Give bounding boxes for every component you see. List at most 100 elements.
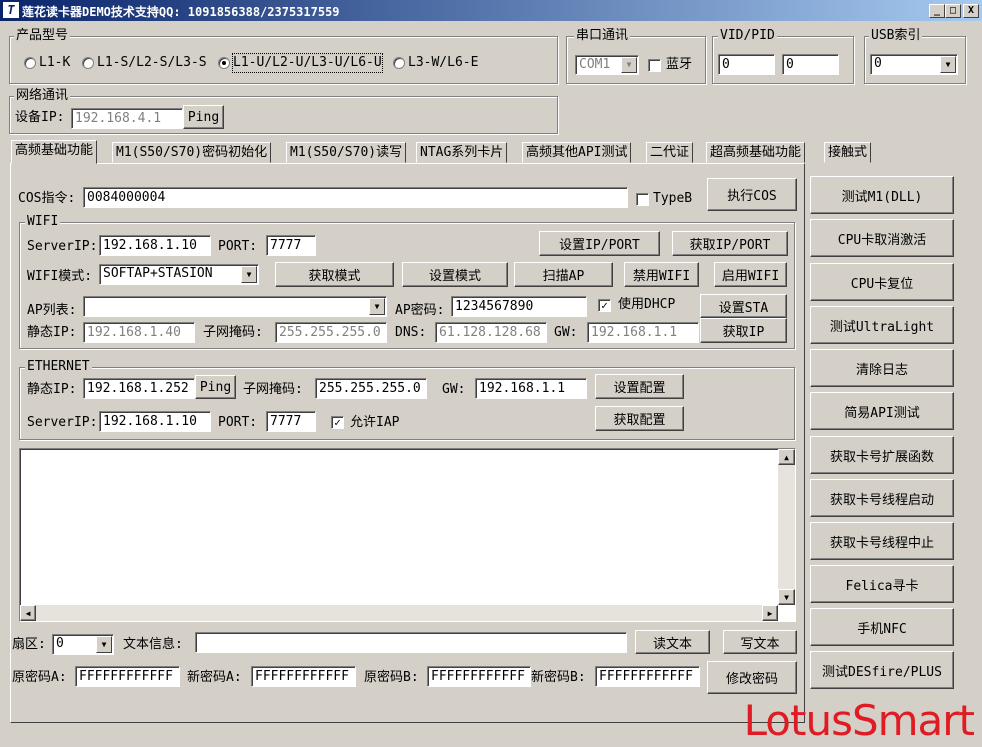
sector-label: 扇区: [12,637,46,652]
tab-m1-read-write[interactable]: M1(S50/S70)读写 [286,142,407,163]
scroll-left-icon[interactable]: ◀ [20,605,36,621]
get-card-ext-button[interactable]: 获取卡号扩展函数 [810,436,954,474]
change-password-button[interactable]: 修改密码 [707,661,797,694]
eth-static-ip-input[interactable]: 192.168.1.252 [83,378,195,399]
get-ip-port-button[interactable]: 获取IP/PORT [672,231,788,256]
eth-gw-input[interactable]: 192.168.1.1 [475,378,587,399]
wifi-server-ip-input[interactable]: 192.168.1.10 [99,235,211,256]
felica-search-button[interactable]: Felica寻卡 [810,565,954,603]
vertical-scrollbar[interactable] [778,449,795,605]
cpu-deactivate-button[interactable]: CPU卡取消激活 [810,219,954,257]
card-thread-start-button[interactable]: 获取卡号线程启动 [810,479,954,517]
eth-ping-button[interactable]: Ping [195,375,236,399]
get-ip-button[interactable]: 获取IP [700,318,787,343]
radio-indicator [24,57,36,69]
minimize-button[interactable]: _ [929,4,945,18]
phone-nfc-button[interactable]: 手机NFC [810,608,954,646]
clear-log-button[interactable]: 清除日志 [810,349,954,387]
eth-server-ip-label: ServerIP: [27,415,98,430]
maximize-button[interactable]: □ [945,4,961,18]
wifi-mode-select[interactable]: SOFTAP+STASION ▼ [99,264,259,285]
com-port-select[interactable]: COM1 ▼ [575,55,639,75]
set-ip-port-button[interactable]: 设置IP/PORT [539,231,660,256]
new-pwd-b-input[interactable]: FFFFFFFFFFFF [595,666,700,687]
eth-mask-label: 子网掩码: [243,382,303,397]
chevron-down-icon[interactable]: ▼ [621,57,637,73]
set-mode-button[interactable]: 设置模式 [402,262,508,287]
pid-input[interactable]: 0 [782,54,839,75]
test-m1-dll-button[interactable]: 测试M1(DLL) [810,176,954,214]
bluetooth-checkbox[interactable] [648,59,661,72]
dns-input[interactable]: 61.128.128.68 [435,322,547,343]
chevron-down-icon[interactable]: ▼ [940,56,956,73]
wifi-static-ip-input[interactable]: 192.168.1.40 [83,322,195,343]
device-ip-input[interactable]: 192.168.4.1 [71,108,183,129]
set-sta-button[interactable]: 设置STA [700,294,787,318]
tab-m1-password-init[interactable]: M1(S50/S70)密码初始化 [112,142,272,163]
eth-port-input[interactable]: 7777 [266,411,316,432]
product-radio-4[interactable]: L3-W/L6-E [393,54,478,72]
card-thread-stop-button[interactable]: 获取卡号线程中止 [810,522,954,560]
tab-uhf-basic[interactable]: 超高频基础功能 [706,142,806,163]
chevron-down-icon[interactable]: ▼ [369,298,385,315]
radio-indicator-selected [218,57,230,69]
new-pwd-a-input[interactable]: FFFFFFFFFFFF [251,666,356,687]
product-radio-2[interactable]: L1-S/L2-S/L3-S [82,54,207,72]
typeb-checkbox[interactable] [636,193,649,206]
scroll-up-icon[interactable]: ▲ [778,449,795,465]
set-config-button[interactable]: 设置配置 [595,374,684,399]
product-radio-3[interactable]: L1-U/L2-U/L3-U/L6-U [218,53,383,73]
log-textarea[interactable] [19,448,796,622]
ap-list-select[interactable]: ▼ [83,296,387,317]
product-radio-1[interactable]: L1-K [24,54,70,72]
window-title: 莲花读卡器DEMO技术支持QQ: 1091856388/2375317559 [22,5,340,19]
bluetooth-label: 蓝牙 [666,57,693,72]
wifi-port-input[interactable]: 7777 [266,235,316,256]
tab-id-card[interactable]: 二代证 [646,142,694,163]
test-ultralight-button[interactable]: 测试UltraLight [810,306,954,344]
dhcp-checkbox[interactable]: ✓ [598,299,611,312]
ap-password-input[interactable]: 1234567890 [451,296,587,317]
tab-contact[interactable]: 接触式 [824,142,872,163]
network-ping-button[interactable]: Ping [183,105,224,129]
sector-select[interactable]: 0 ▼ [52,634,114,655]
tab-hf-other-api[interactable]: 高频其他API测试 [522,142,632,163]
tab-ntag[interactable]: NTAG系列卡片 [416,142,508,163]
old-pwd-b-input[interactable]: FFFFFFFFFFFF [427,666,531,687]
scroll-down-icon[interactable]: ▼ [778,589,795,605]
horizontal-scrollbar[interactable] [20,605,778,621]
wifi-mask-input[interactable]: 255.255.255.0 [275,322,387,343]
old-pwd-a-input[interactable]: FFFFFFFFFFFF [75,666,180,687]
disable-wifi-button[interactable]: 禁用WIFI [624,262,699,287]
wifi-legend: WIFI [25,214,61,230]
iap-checkbox[interactable]: ✓ [331,416,344,429]
chevron-down-icon[interactable]: ▼ [241,266,257,283]
wifi-mask-label: 子网掩码: [203,325,263,340]
enable-wifi-button[interactable]: 启用WIFI [714,262,787,287]
text-info-input[interactable] [195,632,627,653]
get-mode-button[interactable]: 获取模式 [275,262,394,287]
cpu-reset-button[interactable]: CPU卡复位 [810,263,954,301]
chevron-down-icon[interactable]: ▼ [96,636,112,653]
wifi-gw-input[interactable]: 192.168.1.1 [587,322,699,343]
eth-mask-input[interactable]: 255.255.255.0 [315,378,427,399]
usb-index-select[interactable]: 0 ▼ [870,54,958,75]
exec-cos-button[interactable]: 执行COS [707,178,797,211]
serial-legend: 串口通讯 [574,28,631,44]
write-text-button[interactable]: 写文本 [723,630,797,654]
title-bar[interactable]: T 莲花读卡器DEMO技术支持QQ: 1091856388/2375317559… [0,0,982,21]
read-text-button[interactable]: 读文本 [635,630,710,654]
scroll-right-icon[interactable]: ▶ [762,605,778,621]
vid-input[interactable]: 0 [718,54,775,75]
tab-hf-basic[interactable]: 高频基础功能 [11,140,98,164]
ap-list-label: AP列表: [27,303,77,318]
old-pwd-a-label: 原密码A: [12,670,67,685]
cos-input[interactable]: 0084000004 [83,187,628,208]
eth-gw-label: GW: [442,382,466,397]
simple-api-test-button[interactable]: 简易API测试 [810,392,954,430]
close-button[interactable]: X [963,4,979,18]
eth-server-ip-input[interactable]: 192.168.1.10 [99,411,211,432]
get-config-button[interactable]: 获取配置 [595,406,684,431]
scan-ap-button[interactable]: 扫描AP [514,262,613,287]
test-desfire-button[interactable]: 测试DESfire/PLUS [810,651,954,689]
